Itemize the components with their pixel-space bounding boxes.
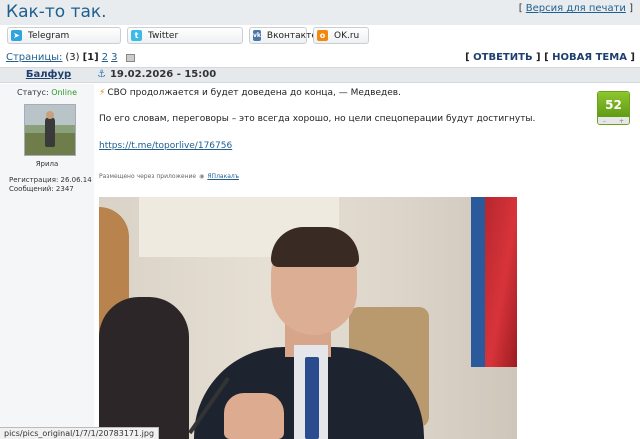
pager-page-3[interactable]: 3 [111, 52, 117, 63]
avatar[interactable] [24, 104, 76, 156]
pager-page-2[interactable]: 2 [102, 52, 108, 63]
pager-current: [1] [82, 52, 99, 63]
status-online: Online [51, 88, 77, 97]
print-version-link[interactable]: Версия для печати [526, 3, 626, 14]
post-photo[interactable] [99, 197, 517, 439]
status-bar-url: pics/pics_original/1/7/1/20783171.jpg [0, 427, 160, 439]
post-date: 19.02.2026 - 15:00 [109, 69, 217, 80]
post-text-1: СВО продолжается и будет доведена до кон… [107, 88, 401, 98]
post-anchor-icon[interactable]: ⚓ [97, 69, 106, 80]
telegram-icon: ➤ [11, 30, 22, 41]
app-note: Размещено через приложение ◉ ЯПлакалъ [99, 173, 239, 180]
app-link[interactable]: ЯПлакалъ [207, 173, 239, 180]
lightning-icon: ⚡ [99, 88, 106, 98]
rating-value: 52 [598, 92, 629, 117]
share-ok-button[interactable]: o OK.ru [313, 27, 369, 44]
ok-icon: o [317, 30, 328, 41]
pager: Страницы: (3) [1] 2 3 [6, 52, 136, 63]
share-telegram-label: Telegram [28, 30, 70, 41]
topic-actions: [ ОТВЕТИТЬ ] [ НОВАЯ ТЕМА ] [465, 52, 635, 63]
author-status: Статус: Online [0, 88, 94, 97]
post-date-row: ⚓ 19.02.2026 - 15:00 [97, 69, 216, 80]
share-vk-button[interactable]: vk Вконтакте [249, 27, 317, 44]
app-icon: ◉ [199, 173, 205, 180]
rating-minus-button[interactable]: – [603, 117, 606, 124]
post-body: ⚡ СВО продолжается и будет доведена до к… [99, 88, 589, 151]
rating-controls: – + [598, 117, 629, 124]
share-vk-label: Вконтакте [266, 30, 317, 41]
pager-menu-icon[interactable] [126, 53, 136, 62]
vk-icon: vk [253, 30, 261, 41]
post-header: Балфур ⚓ 19.02.2026 - 15:00 [0, 67, 640, 83]
app-note-text: Размещено через приложение [99, 173, 197, 180]
rating-box: 52 – + [597, 91, 630, 125]
pager-total: (3) [65, 52, 80, 63]
message-count: Сообщений: 2347 [9, 185, 74, 193]
share-ok-label: OK.ru [334, 30, 360, 41]
share-bar: ➤ Telegram t Twitter vk Вконтакте o OK.r… [7, 27, 369, 44]
registration-info: Регистрация: 26.06.14 Сообщений: 2347 [9, 176, 92, 194]
print-version: [ Версия для печати ] [518, 3, 633, 14]
author-name[interactable]: Балфур [0, 69, 97, 80]
post-line-1: ⚡ СВО продолжается и будет доведена до к… [99, 88, 589, 98]
post-text-2: По его словам, переговоры – это всегда х… [99, 114, 536, 124]
share-telegram-button[interactable]: ➤ Telegram [7, 27, 121, 44]
rating-plus-button[interactable]: + [619, 117, 624, 124]
pager-label[interactable]: Страницы: [6, 52, 62, 63]
title-bar: Как-то так. [ Версия для печати ] [0, 0, 640, 25]
reply-button[interactable]: ОТВЕТИТЬ [473, 52, 532, 63]
new-topic-button[interactable]: НОВАЯ ТЕМА [552, 52, 627, 63]
author-column: Статус: Online Ярила Регистрация: 26.06.… [0, 84, 94, 439]
registration-date: Регистрация: 26.06.14 [9, 176, 92, 184]
thread-title: Как-то так. [6, 2, 107, 22]
twitter-icon: t [131, 30, 142, 41]
post-link[interactable]: https://t.me/toporlive/176756 [99, 141, 589, 151]
share-twitter-button[interactable]: t Twitter [127, 27, 243, 44]
user-title: Ярила [35, 160, 59, 168]
share-twitter-label: Twitter [148, 30, 179, 41]
status-label: Статус: [17, 88, 49, 97]
